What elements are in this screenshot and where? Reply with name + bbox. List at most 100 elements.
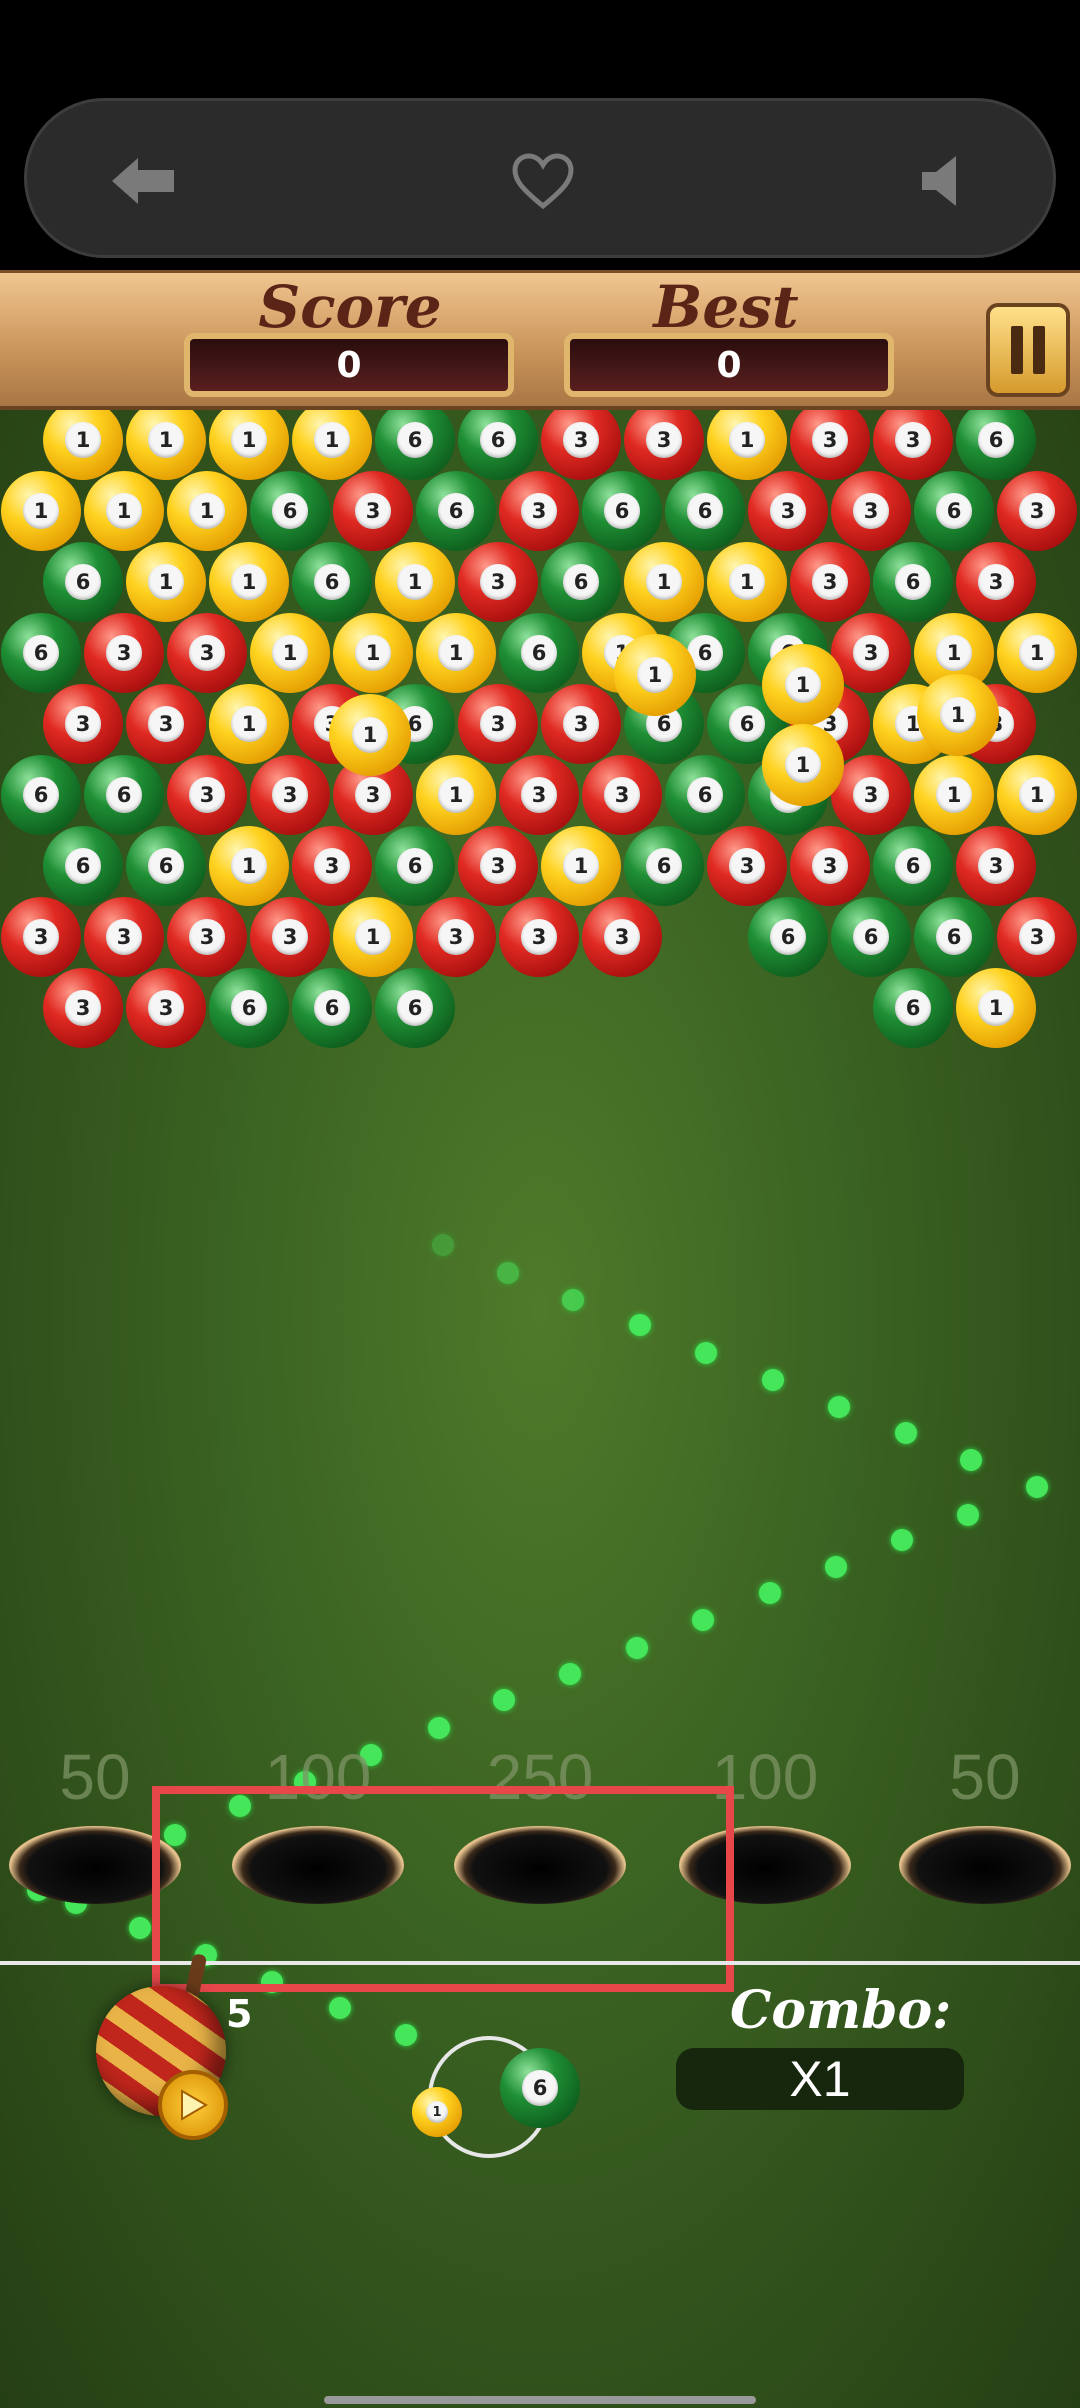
pause-button[interactable]	[986, 303, 1070, 397]
ball-number: 3	[978, 564, 1014, 600]
game-top-bar	[24, 98, 1056, 258]
ball-number: 6	[729, 706, 765, 742]
ball-number: 3	[438, 919, 474, 955]
ball-number: 1	[784, 746, 822, 784]
ball-number: 3	[106, 635, 142, 671]
bubble: 3	[997, 897, 1077, 977]
bubble: 6	[375, 968, 455, 1048]
aim-dot	[828, 1396, 850, 1418]
bubble: 1	[707, 542, 787, 622]
ball-number: 1	[636, 656, 674, 694]
ball-number: 3	[895, 422, 931, 458]
ball-number: 3	[563, 706, 599, 742]
bubble: 6	[84, 755, 164, 835]
ball-number: 1	[784, 666, 822, 704]
ball-number: 6	[646, 848, 682, 884]
bubble: 3	[790, 410, 870, 480]
ball-number: 3	[521, 493, 557, 529]
ball-number: 1	[314, 422, 350, 458]
favorite-button[interactable]	[503, 141, 583, 221]
ball-number: 6	[895, 990, 931, 1026]
bubble: 6	[126, 826, 206, 906]
bubble: 1	[43, 410, 123, 480]
aim-dot	[395, 2024, 417, 2046]
aim-dot	[432, 1234, 454, 1256]
ball-number: 6	[65, 848, 101, 884]
bubble: 1	[333, 613, 413, 693]
ball-number: 1	[355, 635, 391, 671]
bubble: 3	[167, 755, 247, 835]
aim-dot	[957, 1504, 979, 1526]
bubble: 3	[333, 471, 413, 551]
bubble: 1	[956, 968, 1036, 1048]
sound-button[interactable]	[903, 141, 983, 221]
ball-number: 3	[729, 848, 765, 884]
bomb-play-button[interactable]	[158, 2070, 228, 2140]
ball-number: 1	[106, 493, 142, 529]
ball-number: 3	[1019, 919, 1055, 955]
bubble: 3	[997, 471, 1077, 551]
aim-dot	[762, 1369, 784, 1391]
bubble: 3	[873, 410, 953, 480]
bubble: 3	[250, 897, 330, 977]
pause-icon	[1011, 326, 1023, 374]
play-icon	[181, 2089, 208, 2121]
bubble: 1	[209, 826, 289, 906]
ball-number: 6	[397, 990, 433, 1026]
floating-bubble: 1	[917, 674, 999, 756]
aim-dot	[825, 1556, 847, 1578]
bubble: 6	[292, 542, 372, 622]
ball-number: 3	[812, 564, 848, 600]
ball-number: 6	[23, 777, 59, 813]
ball-number: 1	[355, 919, 391, 955]
ball-number: 6	[687, 777, 723, 813]
aim-dot	[895, 1422, 917, 1444]
bubble: 1	[209, 542, 289, 622]
bubble: 6	[582, 471, 662, 551]
home-indicator	[324, 2396, 756, 2404]
bubble: 6	[499, 613, 579, 693]
bubble: 1	[333, 897, 413, 977]
back-button[interactable]	[103, 141, 183, 221]
bubble: 6	[292, 968, 372, 1048]
ball-number: 6	[521, 635, 557, 671]
next-ball: 1	[412, 2087, 462, 2137]
ball-number: 3	[106, 919, 142, 955]
ball-number: 3	[604, 919, 640, 955]
ball-number: 3	[770, 493, 806, 529]
bubble: 3	[458, 542, 538, 622]
bubble: 3	[416, 897, 496, 977]
ball-number: 6	[397, 848, 433, 884]
bubble: 3	[167, 897, 247, 977]
bubble: 6	[914, 897, 994, 977]
bubble: 6	[375, 410, 455, 480]
ball-number: 3	[355, 493, 391, 529]
ball-number: 1	[397, 564, 433, 600]
ball-number: 6	[438, 493, 474, 529]
aim-dot	[891, 1529, 913, 1551]
bubble: 6	[624, 826, 704, 906]
ball-number: 1	[23, 493, 59, 529]
ball-number: 3	[646, 422, 682, 458]
score-value: 0	[184, 333, 514, 397]
bubble: 3	[250, 755, 330, 835]
ball-number: 3	[314, 848, 350, 884]
ball-number: 6	[978, 422, 1014, 458]
aim-dot	[559, 1663, 581, 1685]
bubble: 3	[624, 410, 704, 480]
ball-number: 6	[106, 777, 142, 813]
ball-number: 6	[522, 2070, 558, 2106]
floating-bubble: 1	[762, 644, 844, 726]
ball-number: 6	[770, 919, 806, 955]
aim-dot	[692, 1609, 714, 1631]
bubble: 1	[209, 684, 289, 764]
ball-number: 1	[65, 422, 101, 458]
aim-dot	[129, 1917, 151, 1939]
ball-number: 1	[189, 493, 225, 529]
floating-bubble: 1	[614, 634, 696, 716]
bubble: 1	[416, 755, 496, 835]
ball-number: 3	[272, 777, 308, 813]
bubble: 6	[1, 755, 81, 835]
pocket-points: 50	[949, 1741, 1021, 1813]
bubble: 3	[43, 968, 123, 1048]
